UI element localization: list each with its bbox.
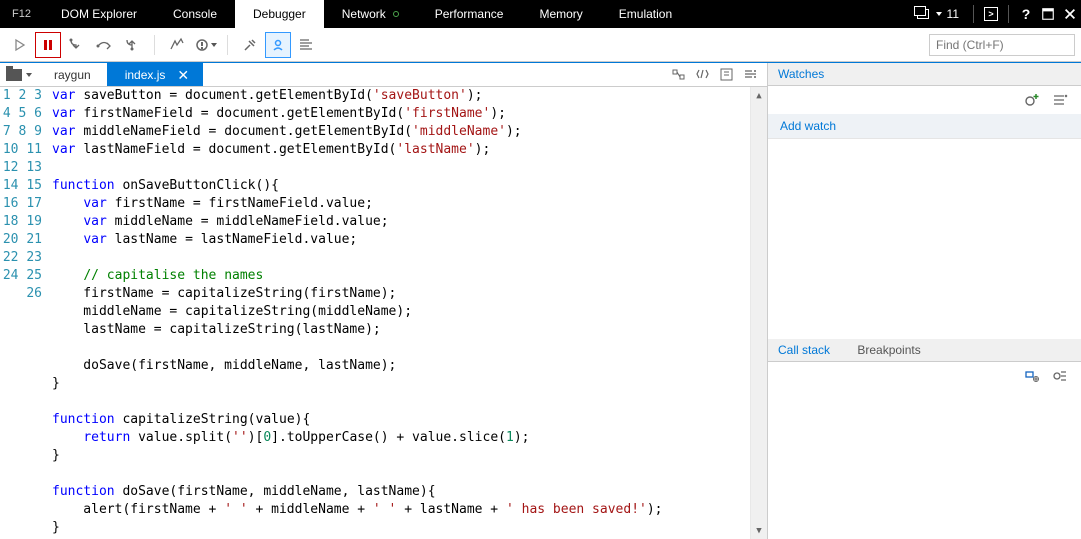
pretty-print-mini-button[interactable] (691, 64, 713, 86)
tab-emulation[interactable]: Emulation (601, 0, 690, 28)
options-button[interactable] (739, 64, 761, 86)
recording-dot-icon (393, 11, 399, 17)
callstack-tab[interactable]: Call stack (778, 343, 830, 357)
folder-icon (6, 69, 22, 81)
chevron-down-icon (936, 12, 942, 16)
exception-behavior-button[interactable] (192, 32, 218, 58)
watches-header[interactable]: Watches (768, 63, 1081, 86)
disconnect-button[interactable] (237, 32, 263, 58)
continue-button[interactable] (7, 32, 33, 58)
chevron-down-icon (26, 73, 32, 77)
step-over-button[interactable] (91, 32, 117, 58)
search-input[interactable] (929, 34, 1075, 56)
breadcrumb[interactable]: raygun (38, 63, 107, 86)
pretty-print-button[interactable] (293, 32, 319, 58)
add-watch-input[interactable]: Add watch (768, 114, 1081, 139)
file-picker-button[interactable] (0, 63, 38, 86)
scroll-up-icon[interactable]: ▲ (751, 87, 767, 104)
callstack-header: Call stack Breakpoints (768, 339, 1081, 362)
window-count: 11 (947, 7, 959, 21)
watches-toolbar (768, 86, 1081, 114)
watches-body (768, 139, 1081, 339)
tab-memory[interactable]: Memory (521, 0, 600, 28)
main-area: raygun index.js ✕ 1 2 3 4 5 6 7 8 9 10 1… (0, 62, 1081, 539)
devtools-tab-bar: F12 DOM Explorer Console Debugger Networ… (0, 0, 1081, 28)
pause-button[interactable] (35, 32, 61, 58)
header-right-cluster: 11 > ? (909, 0, 1081, 28)
source-map-button[interactable] (667, 64, 689, 86)
windows-icon (917, 9, 929, 19)
line-number-gutter[interactable]: 1 2 3 4 5 6 7 8 9 10 11 12 13 14 15 16 1… (0, 87, 52, 539)
separator (1008, 5, 1009, 23)
just-my-code-button[interactable] (265, 32, 291, 58)
callstack-body (768, 390, 1081, 539)
file-tab-label: index.js (125, 63, 166, 87)
delete-all-watches-icon[interactable] (1049, 89, 1071, 111)
close-tab-icon[interactable]: ✕ (177, 63, 189, 87)
word-wrap-button[interactable] (715, 64, 737, 86)
separator (154, 35, 155, 55)
separator (227, 35, 228, 55)
tab-network[interactable]: Network (324, 0, 417, 28)
help-button[interactable]: ? (1015, 0, 1037, 28)
close-button[interactable] (1059, 0, 1081, 28)
tab-debugger[interactable]: Debugger (235, 0, 324, 28)
show-frames-icon[interactable] (1021, 365, 1043, 387)
async-frames-icon[interactable] (1049, 365, 1071, 387)
add-watch-icon[interactable] (1021, 89, 1043, 111)
f12-label: F12 (0, 0, 43, 28)
editor-toolbar-right (667, 63, 767, 86)
code-pane: raygun index.js ✕ 1 2 3 4 5 6 7 8 9 10 1… (0, 63, 767, 539)
file-tab-active[interactable]: index.js ✕ (107, 63, 203, 86)
console-shortcut-button[interactable]: > (980, 0, 1002, 28)
step-into-button[interactable] (63, 32, 89, 58)
break-new-worker-button[interactable] (164, 32, 190, 58)
scroll-down-icon[interactable]: ▼ (751, 522, 767, 539)
unpin-button[interactable] (1037, 0, 1059, 28)
tab-dom-explorer[interactable]: DOM Explorer (43, 0, 155, 28)
separator (973, 5, 974, 23)
debugger-toolbar (0, 28, 1081, 62)
breakpoints-tab[interactable]: Breakpoints (857, 343, 920, 357)
tab-performance[interactable]: Performance (417, 0, 522, 28)
callstack-toolbar (768, 362, 1081, 390)
code-editor[interactable]: 1 2 3 4 5 6 7 8 9 10 11 12 13 14 15 16 1… (0, 87, 767, 539)
side-panel: Watches Add watch Call stack Breakpoints (767, 63, 1081, 539)
vertical-scrollbar[interactable]: ▲ ▼ (750, 87, 767, 539)
tab-console[interactable]: Console (155, 0, 235, 28)
file-tab-bar: raygun index.js ✕ (0, 63, 767, 87)
window-count-badge[interactable]: 11 (909, 7, 967, 21)
step-out-button[interactable] (119, 32, 145, 58)
code-lines[interactable]: var saveButton = document.getElementById… (52, 87, 750, 539)
